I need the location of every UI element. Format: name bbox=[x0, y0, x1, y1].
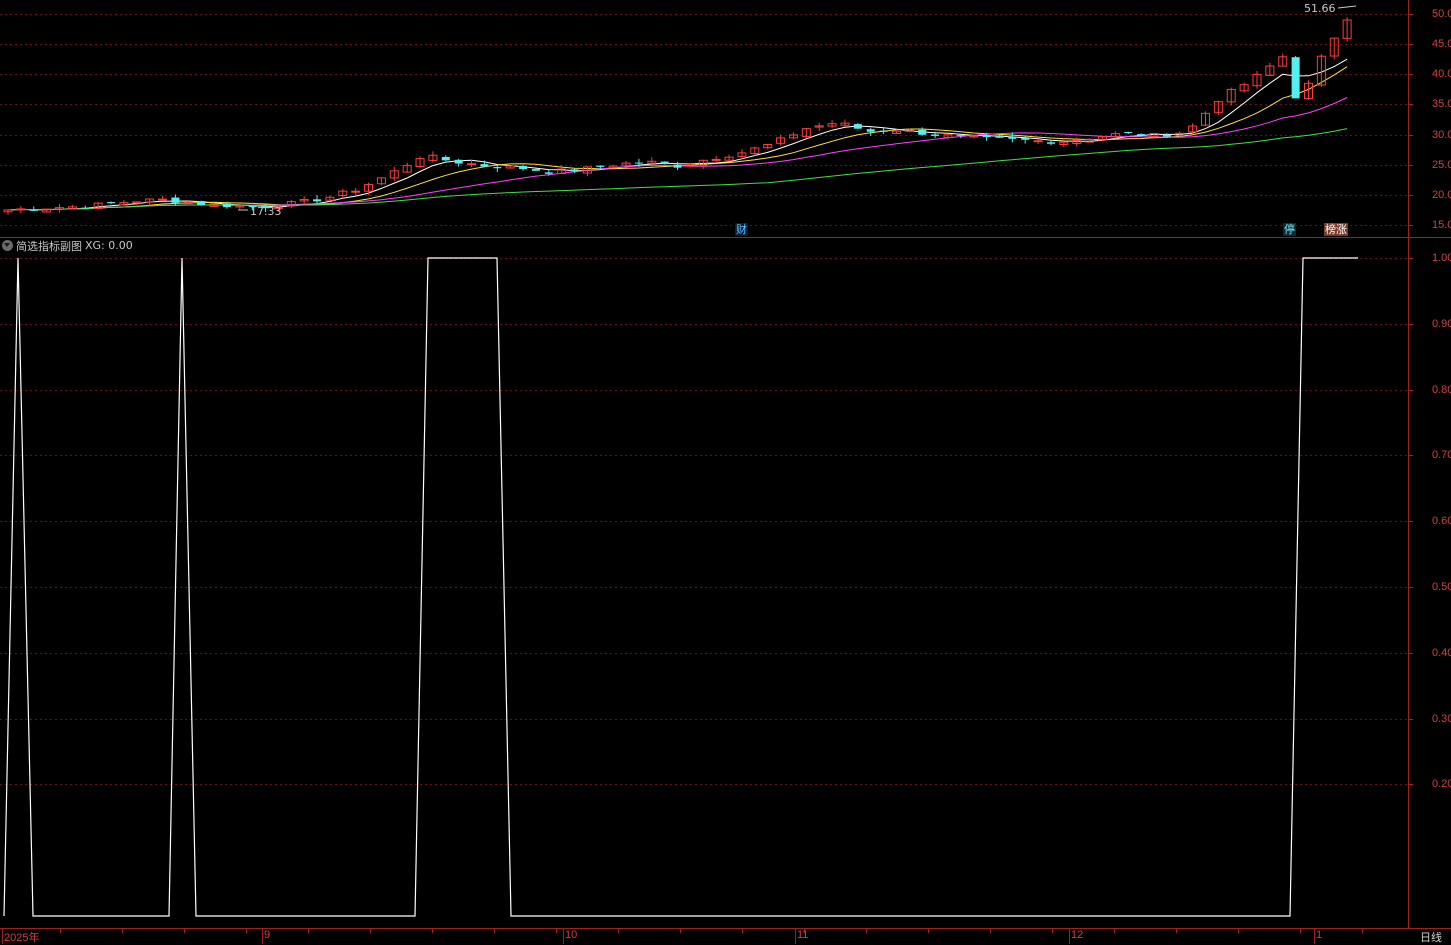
candle-body bbox=[866, 129, 875, 132]
x-axis-label: 12 bbox=[1071, 929, 1084, 941]
candle-body bbox=[995, 135, 1004, 138]
x-axis-label: 11 bbox=[797, 929, 809, 941]
candle-body bbox=[313, 199, 322, 202]
candle-body bbox=[480, 164, 489, 167]
candle-body bbox=[351, 190, 361, 193]
candle-body bbox=[454, 159, 463, 164]
x-axis-label: 9 bbox=[264, 929, 271, 941]
x-axis-label: 2025年 bbox=[4, 932, 40, 944]
candle-body bbox=[1021, 137, 1030, 140]
candle-body bbox=[711, 158, 721, 161]
candle-body bbox=[158, 198, 168, 201]
ma5-line bbox=[7, 58, 1348, 211]
high-price-annotation: 51.66 bbox=[1304, 2, 1336, 15]
candle-body bbox=[467, 163, 477, 166]
indicator-value: XG: 0.00 bbox=[85, 239, 133, 252]
event-marker-limit-up[interactable]: 榜涨 bbox=[1324, 223, 1348, 236]
candle-body bbox=[1008, 136, 1017, 139]
price-y-tick-label: 35.00 bbox=[1432, 97, 1451, 110]
indicator-y-tick-label: 0.80 bbox=[1432, 383, 1451, 396]
indicator-y-tick-label: 0.20 bbox=[1432, 777, 1451, 790]
candle-body bbox=[519, 166, 528, 170]
ma20-line bbox=[7, 97, 1348, 211]
indicator-y-tick-label: 1.00 bbox=[1432, 251, 1451, 264]
x-axis-label: 1 bbox=[1316, 929, 1323, 941]
collapse-icon[interactable] bbox=[2, 240, 13, 251]
candle-body bbox=[107, 202, 116, 204]
candle-body bbox=[441, 156, 450, 161]
price-y-tick-label: 15.00 bbox=[1432, 218, 1451, 231]
indicator-y-tick-label: 0.60 bbox=[1432, 514, 1451, 527]
indicator-name: 简选指标副图 bbox=[16, 239, 82, 253]
candle-body bbox=[570, 169, 579, 172]
x-axis-label: 10 bbox=[565, 929, 578, 941]
candle-body bbox=[1033, 140, 1043, 143]
ma10-line bbox=[7, 66, 1348, 211]
price-y-tick-label: 50.00 bbox=[1432, 7, 1451, 20]
candle-body bbox=[222, 203, 231, 208]
event-marker-report[interactable]: 财 bbox=[735, 223, 748, 236]
chart-window[interactable]: 50.00 45.00 40.00 35.00 30.00 25.00 20.00 15.00… bbox=[0, 0, 1451, 944]
indicator-y-tick-label: 0.70 bbox=[1432, 448, 1451, 461]
low-price-annotation: 17.33 bbox=[250, 205, 282, 218]
candle-body bbox=[1046, 142, 1055, 144]
price-y-tick-label: 25.00 bbox=[1432, 158, 1451, 171]
candle-body bbox=[81, 207, 90, 209]
candle-body bbox=[29, 209, 38, 211]
indicator-y-tick-label: 0.40 bbox=[1432, 646, 1451, 659]
event-marker-suspend[interactable]: 停 bbox=[1283, 223, 1296, 236]
candle-body bbox=[1291, 57, 1300, 99]
candle-body bbox=[634, 162, 643, 164]
high-arrow bbox=[1337, 5, 1357, 9]
indicator-y-tick-label: 0.30 bbox=[1432, 712, 1451, 725]
price-y-tick-label: 40.00 bbox=[1432, 67, 1451, 80]
candle-body bbox=[531, 169, 540, 171]
candle-body bbox=[493, 167, 502, 169]
candle-body bbox=[931, 134, 940, 136]
candle-body bbox=[918, 129, 927, 135]
candle-body bbox=[171, 197, 180, 203]
price-y-tick-label: 30.00 bbox=[1432, 128, 1451, 141]
indicator-y-tick-label: 0.90 bbox=[1432, 317, 1451, 330]
candle-body bbox=[16, 208, 26, 211]
candle-body bbox=[956, 134, 965, 136]
x-axis-ticks bbox=[2, 929, 1363, 944]
moving-average-lines bbox=[7, 58, 1348, 211]
indicator-y-tick-label: 0.50 bbox=[1432, 580, 1451, 593]
candle-body bbox=[982, 136, 991, 138]
candle-body bbox=[1124, 132, 1133, 134]
indicator-grid bbox=[0, 258, 1413, 785]
candle-body bbox=[1137, 134, 1146, 136]
candle-body bbox=[660, 161, 669, 164]
candle-body bbox=[197, 201, 206, 206]
period-label[interactable]: 日线 bbox=[1420, 929, 1442, 945]
chart-canvas[interactable] bbox=[0, 0, 1451, 944]
candlesticks bbox=[3, 17, 1352, 215]
candle-body bbox=[879, 130, 888, 132]
price-y-tick-label: 20.00 bbox=[1432, 188, 1451, 201]
candle-body bbox=[596, 165, 605, 167]
candle-body bbox=[544, 172, 553, 174]
candle-body bbox=[673, 164, 682, 168]
candle-body bbox=[853, 124, 862, 129]
price-y-tick-label: 45.00 bbox=[1432, 37, 1451, 50]
candle-body bbox=[1162, 134, 1171, 137]
indicator-title-bar[interactable]: 简选指标副图 XG: 0.00 bbox=[2, 238, 133, 253]
